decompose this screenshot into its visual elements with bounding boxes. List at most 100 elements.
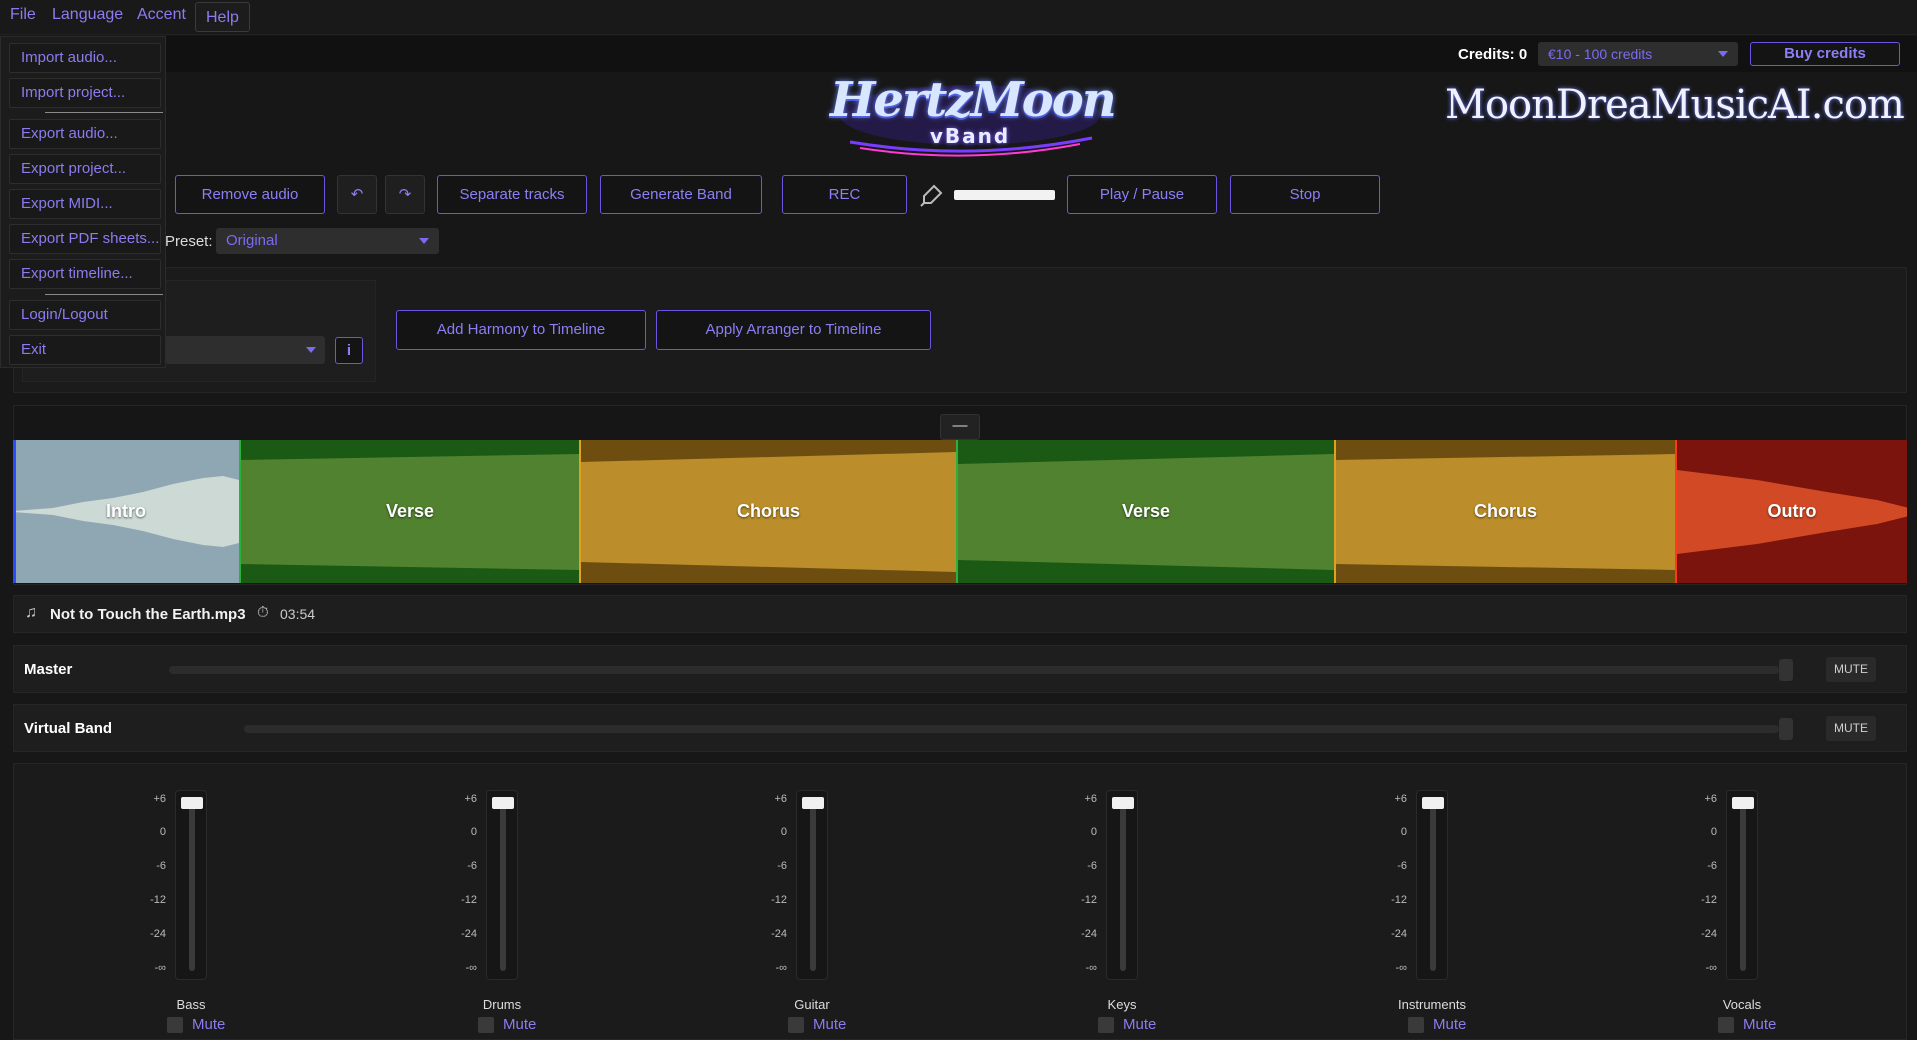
- virtual-band-volume-handle[interactable]: [1779, 718, 1793, 740]
- keys-mute-label[interactable]: Mute: [1123, 1016, 1156, 1033]
- menu-export-midi[interactable]: Export MIDI...: [9, 189, 161, 219]
- guitar-fader[interactable]: [796, 790, 828, 980]
- segment-verse-1[interactable]: Verse: [239, 440, 579, 583]
- playhead[interactable]: [13, 440, 16, 583]
- drums-fader[interactable]: [486, 790, 518, 980]
- redo-button[interactable]: ↷: [385, 175, 425, 214]
- bass-fader[interactable]: [175, 790, 207, 980]
- scale-label: -∞: [775, 962, 787, 974]
- scale-label: +6: [1394, 793, 1407, 805]
- drums-mute-checkbox[interactable]: [478, 1017, 494, 1033]
- scale-label: -∞: [465, 962, 477, 974]
- add-harmony-button[interactable]: Add Harmony to Timeline: [396, 310, 646, 350]
- bass-mute-label[interactable]: Mute: [192, 1016, 225, 1033]
- segment-intro[interactable]: Intro: [13, 440, 239, 583]
- segment-verse-2[interactable]: Verse: [956, 440, 1334, 583]
- menu-login-logout[interactable]: Login/Logout: [9, 300, 161, 330]
- instruments-mute-label[interactable]: Mute: [1433, 1016, 1466, 1033]
- file-info-row: ♫ Not to Touch the Earth.mp3 ⏱ 03:54: [13, 595, 1907, 633]
- menu-import-project[interactable]: Import project...: [9, 78, 161, 108]
- menu-accent[interactable]: Accent: [133, 0, 190, 30]
- scale-label: -12: [771, 894, 787, 906]
- menu-file[interactable]: File: [6, 0, 40, 30]
- fader-knob[interactable]: [802, 797, 824, 809]
- scale-label: +6: [464, 793, 477, 805]
- bass-mute-checkbox[interactable]: [167, 1017, 183, 1033]
- collapse-timeline-button[interactable]: —: [940, 414, 980, 440]
- segment-label: Verse: [1121, 501, 1171, 521]
- scale-label: +6: [1084, 793, 1097, 805]
- info-button[interactable]: i: [335, 337, 363, 364]
- undo-icon: ↶: [350, 186, 364, 203]
- menu-language[interactable]: Language: [48, 0, 127, 30]
- segment-outro[interactable]: Outro: [1675, 440, 1907, 583]
- menu-help[interactable]: Help: [195, 2, 250, 32]
- scale-label: -12: [1391, 894, 1407, 906]
- scale-label: +6: [774, 793, 787, 805]
- instruments-fader[interactable]: [1416, 790, 1448, 980]
- menu-export-pdf[interactable]: Export PDF sheets...: [9, 224, 161, 254]
- scale-label: -12: [150, 894, 166, 906]
- segment-label: Outro: [1767, 501, 1817, 521]
- waveform-timeline[interactable]: Intro Verse Chorus Verse Chorus Outro: [13, 440, 1907, 583]
- credits-select[interactable]: €10 - 100 credits: [1538, 42, 1738, 66]
- segment-chorus-1[interactable]: Chorus: [579, 440, 956, 583]
- keys-mute-checkbox[interactable]: [1098, 1017, 1114, 1033]
- keys-fader[interactable]: [1106, 790, 1138, 980]
- chevron-down-icon: [306, 347, 316, 353]
- channel-bass: +6 0 -6 -12 -24 -∞ Bass Mute: [126, 764, 276, 1040]
- chevron-down-icon: [419, 238, 429, 244]
- master-volume-slider[interactable]: [169, 666, 1779, 674]
- scale-label: -24: [461, 928, 477, 940]
- fader-knob[interactable]: [492, 797, 514, 809]
- undo-button[interactable]: ↶: [337, 175, 377, 214]
- scale-label: 0: [1710, 826, 1717, 838]
- vocals-mute-label[interactable]: Mute: [1743, 1016, 1776, 1033]
- play-pause-button[interactable]: Play / Pause: [1067, 175, 1217, 214]
- vocals-mute-checkbox[interactable]: [1718, 1017, 1734, 1033]
- remove-audio-button[interactable]: Remove audio: [175, 175, 325, 214]
- scale-label: +6: [153, 793, 166, 805]
- master-mute-button[interactable]: MUTE: [1826, 657, 1876, 682]
- scale-label: 0: [159, 826, 166, 838]
- vocals-fader[interactable]: [1726, 790, 1758, 980]
- drums-mute-label[interactable]: Mute: [503, 1016, 536, 1033]
- channel-name: Keys: [1107, 997, 1137, 1012]
- master-row: Master MUTE: [13, 645, 1907, 693]
- preset-select[interactable]: Original: [216, 228, 439, 254]
- menu-exit[interactable]: Exit: [9, 335, 161, 365]
- buy-credits-button[interactable]: Buy credits: [1750, 42, 1900, 66]
- generate-band-button[interactable]: Generate Band: [600, 175, 762, 214]
- menu-separator: [45, 112, 163, 113]
- scale-label: -12: [461, 894, 477, 906]
- harmony-select[interactable]: [165, 336, 325, 364]
- file-name: Not to Touch the Earth.mp3: [50, 606, 246, 623]
- apply-arranger-button[interactable]: Apply Arranger to Timeline: [656, 310, 931, 350]
- fader-knob[interactable]: [1422, 797, 1444, 809]
- instruments-mute-checkbox[interactable]: [1408, 1017, 1424, 1033]
- moondream-logo: MoonDreaMusicAI.com: [1445, 78, 1905, 148]
- rec-button[interactable]: REC: [782, 175, 907, 214]
- stop-button[interactable]: Stop: [1230, 175, 1380, 214]
- channel-guitar: +6 0 -6 -12 -24 -∞ Guitar Mute: [747, 764, 897, 1040]
- separate-tracks-button[interactable]: Separate tracks: [437, 175, 587, 214]
- guitar-mute-label[interactable]: Mute: [813, 1016, 846, 1033]
- virtual-band-volume-slider[interactable]: [244, 725, 1779, 733]
- fader-track: [500, 799, 506, 971]
- virtual-band-mute-button[interactable]: MUTE: [1826, 716, 1876, 741]
- menu-export-project[interactable]: Export project...: [9, 154, 161, 184]
- guitar-mute-checkbox[interactable]: [788, 1017, 804, 1033]
- virtual-band-label: Virtual Band: [24, 720, 113, 737]
- fader-knob[interactable]: [1732, 797, 1754, 809]
- menu-import-audio[interactable]: Import audio...: [9, 43, 161, 73]
- menu-export-timeline[interactable]: Export timeline...: [9, 259, 161, 289]
- scale-label: -∞: [1705, 962, 1717, 974]
- master-volume-handle[interactable]: [1779, 659, 1793, 681]
- menu-export-audio[interactable]: Export audio...: [9, 119, 161, 149]
- channel-name: Guitar: [794, 997, 830, 1012]
- input-level-meter: [954, 190, 1055, 200]
- fader-knob[interactable]: [181, 797, 203, 809]
- fader-knob[interactable]: [1112, 797, 1134, 809]
- scale-label: 0: [1400, 826, 1407, 838]
- segment-chorus-2[interactable]: Chorus: [1334, 440, 1675, 583]
